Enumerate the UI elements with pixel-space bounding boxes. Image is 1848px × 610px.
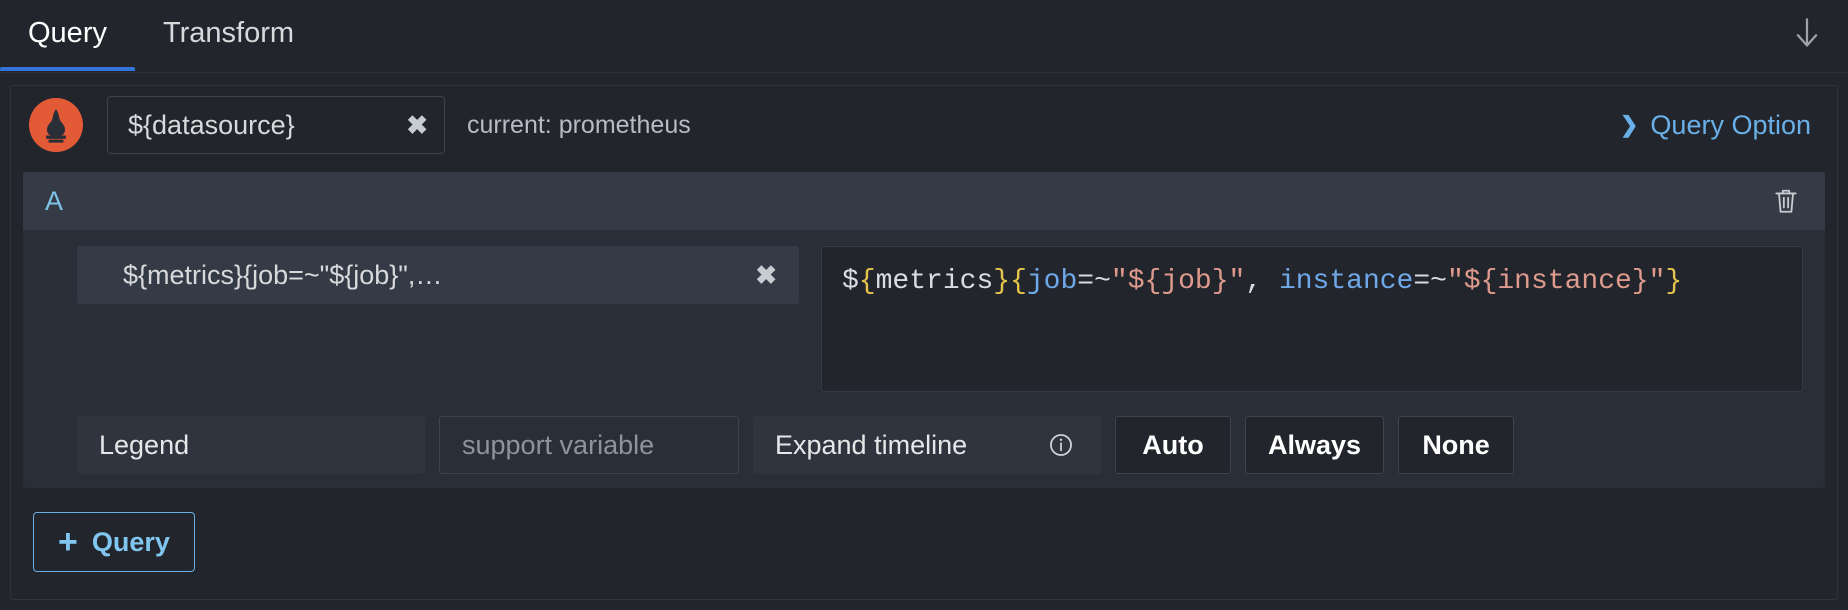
legend-input[interactable] bbox=[439, 416, 739, 474]
tab-query[interactable]: Query bbox=[0, 0, 135, 71]
query-options-toggle[interactable]: ❯ Query Option bbox=[1620, 110, 1817, 141]
expr-token: =~ bbox=[1413, 266, 1447, 297]
expr-token: $ bbox=[842, 266, 859, 297]
expr-token: } bbox=[993, 266, 1011, 297]
trash-icon[interactable] bbox=[1769, 183, 1803, 219]
expand-timeline-option-auto[interactable]: Auto bbox=[1115, 416, 1231, 474]
query-row-a: A ${metrics}{job=~"${job}",… ✖ ${metrics… bbox=[23, 172, 1825, 488]
datasource-value: ${datasource} bbox=[128, 109, 295, 140]
datasource-row: ${datasource} ✖ current: prometheus ❯ Qu… bbox=[11, 86, 1837, 164]
metric-select-clear-icon[interactable]: ✖ bbox=[743, 262, 777, 288]
chevron-right-icon: ❯ bbox=[1619, 112, 1639, 137]
metric-and-expression-row: ${metrics}{job=~"${job}",… ✖ ${metrics}{… bbox=[23, 230, 1825, 392]
expr-token: instance bbox=[1278, 266, 1414, 297]
query-ref-id[interactable]: A bbox=[45, 186, 63, 217]
datasource-picker[interactable]: ${datasource} ✖ bbox=[107, 96, 445, 154]
datasource-current-text: current: prometheus bbox=[467, 110, 691, 139]
add-query-button[interactable]: + Query bbox=[33, 512, 195, 572]
panel-tab-bar: Query Transform bbox=[0, 0, 1848, 73]
query-options-row: Legend Expand timeline Auto Always bbox=[23, 392, 1825, 474]
expand-timeline-radio-group: Auto Always None bbox=[1115, 416, 1515, 474]
expr-token: } bbox=[1665, 266, 1683, 297]
expand-timeline-label: Expand timeline bbox=[753, 416, 1101, 474]
download-arrow-icon[interactable] bbox=[1790, 14, 1824, 52]
expr-token: job bbox=[1026, 266, 1078, 297]
expr-token: "${job}" bbox=[1110, 266, 1246, 297]
expand-timeline-text: Expand timeline bbox=[775, 429, 968, 460]
expr-token: { bbox=[858, 266, 876, 297]
expr-token: "${instance}" bbox=[1446, 266, 1666, 297]
prometheus-logo bbox=[29, 98, 83, 152]
expr-token: metrics bbox=[875, 266, 994, 297]
info-circle-icon[interactable] bbox=[1047, 431, 1075, 459]
add-query-row: + Query bbox=[11, 488, 1837, 572]
expand-timeline-option-always[interactable]: Always bbox=[1245, 416, 1385, 474]
query-options-label: Query Option bbox=[1650, 109, 1811, 140]
expand-timeline-option-none[interactable]: None bbox=[1398, 416, 1515, 474]
datasource-clear-icon[interactable]: ✖ bbox=[396, 112, 428, 138]
query-row-header: A bbox=[23, 172, 1825, 230]
metric-select-value: ${metrics}{job=~"${job}",… bbox=[123, 259, 443, 290]
metric-select[interactable]: ${metrics}{job=~"${job}",… ✖ bbox=[77, 246, 799, 304]
add-query-label: Query bbox=[91, 526, 170, 557]
expr-token: , bbox=[1245, 266, 1279, 297]
query-editor-panel: Query Transform ${datasource} ✖ current:… bbox=[0, 0, 1848, 610]
tab-transform[interactable]: Transform bbox=[135, 0, 322, 71]
legend-label: Legend bbox=[77, 416, 425, 474]
expr-token: =~ bbox=[1077, 266, 1111, 297]
plus-icon: + bbox=[58, 523, 78, 561]
promql-expression-input[interactable]: ${metrics}{job=~"${job}", instance=~"${i… bbox=[821, 246, 1803, 392]
expr-token: { bbox=[1010, 266, 1027, 297]
query-editor-body: ${datasource} ✖ current: prometheus ❯ Qu… bbox=[10, 85, 1838, 600]
